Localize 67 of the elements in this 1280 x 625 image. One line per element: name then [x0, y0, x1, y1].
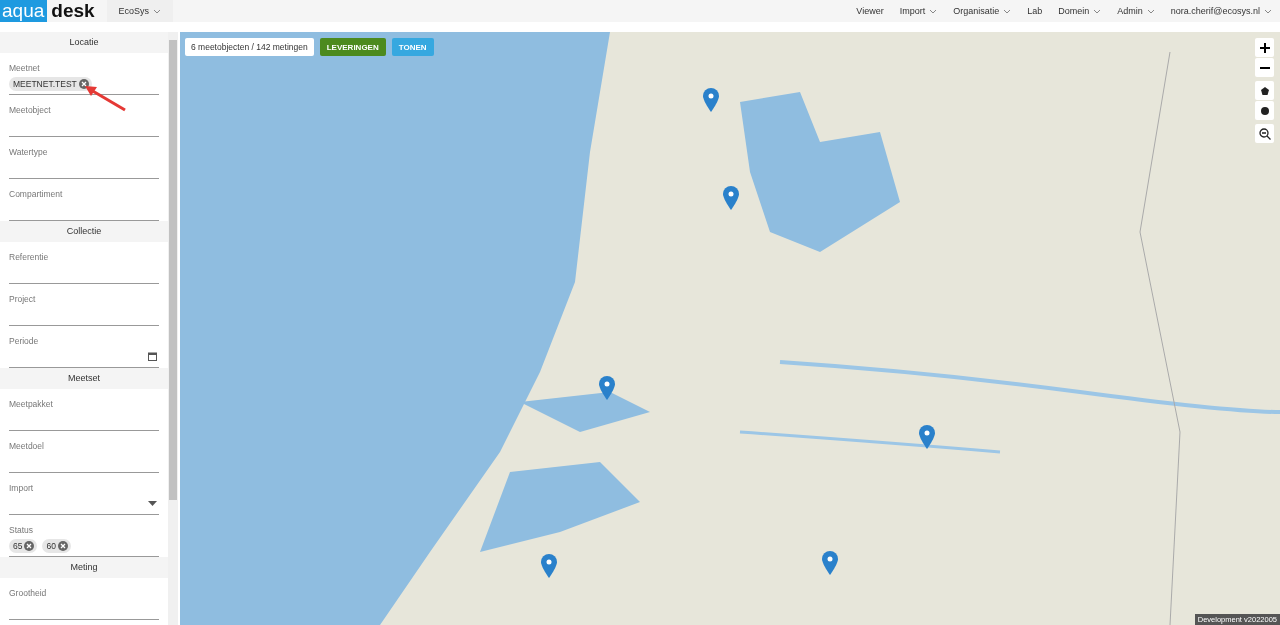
section-header: Locatie	[0, 32, 168, 53]
draw-polygon-button[interactable]	[1255, 81, 1274, 100]
map-pin-icon[interactable]	[919, 425, 936, 450]
filter-field[interactable]: Import	[9, 473, 159, 515]
filter-field[interactable]: Meetpakket	[9, 389, 159, 431]
field-label: Status	[9, 525, 35, 535]
circle-icon	[1260, 106, 1269, 115]
nav-menu-item[interactable]: Admin	[1109, 0, 1163, 22]
result-summary: 6 meetobjecten / 142 metingen	[185, 38, 314, 56]
filter-field[interactable]: Meetobject	[9, 95, 159, 137]
map-pin-icon[interactable]	[702, 88, 719, 113]
chevron-icon	[1003, 8, 1012, 14]
remove-icon[interactable]	[78, 78, 89, 89]
zoom-in-button[interactable]	[1255, 38, 1274, 57]
field-label: Referentie	[9, 252, 50, 262]
plus-icon	[1259, 42, 1270, 53]
field-label: Meetobject	[9, 105, 52, 115]
annotation-arrow-icon	[83, 84, 127, 112]
draw-circle-button[interactable]	[1255, 101, 1274, 120]
filter-chip[interactable]: MEETNET.TEST	[9, 76, 92, 91]
logo[interactable]: aqua desk	[0, 0, 99, 22]
map-pin-icon[interactable]	[822, 551, 839, 576]
remove-icon[interactable]	[24, 540, 35, 551]
section-header: Meting	[0, 557, 168, 578]
field-label: Import	[9, 483, 35, 493]
nav-menu-item[interactable]: Import	[891, 0, 946, 22]
zoom-out-button[interactable]	[1255, 58, 1274, 77]
magnifier-icon	[1258, 127, 1271, 140]
filter-field[interactable]: Grootheid	[9, 578, 159, 620]
filter-chip[interactable]: 65	[9, 538, 38, 553]
field-label: Compartiment	[9, 189, 64, 199]
scrollbar[interactable]	[168, 32, 178, 625]
remove-icon[interactable]	[57, 540, 68, 551]
nav-menu-item[interactable]: nora.cherif@ecosys.nl	[1162, 0, 1280, 22]
field-label: Meetpakket	[9, 399, 54, 409]
nav-menu-item[interactable]: Domein	[1050, 0, 1110, 22]
chevron-icon	[1093, 8, 1102, 14]
field-label: Watertype	[9, 147, 49, 157]
calendar-icon[interactable]	[148, 352, 157, 361]
map-action-button[interactable]: LEVERINGEN	[319, 38, 386, 56]
map-pin-icon[interactable]	[723, 186, 740, 211]
filter-field[interactable]: Meetnet MEETNET.TEST	[9, 53, 159, 95]
field-label: Meetnet	[9, 63, 41, 73]
filter-field[interactable]: Referentie	[9, 242, 159, 284]
nav-menu-item[interactable]: Viewer	[848, 0, 892, 22]
field-label: Project	[9, 294, 37, 304]
chevron-icon	[929, 8, 938, 14]
field-label: Meetdoel	[9, 441, 45, 451]
field-label: Periode	[9, 336, 40, 346]
nav-menu-item[interactable]: Organisatie	[945, 0, 1020, 22]
section-header: Collectie	[0, 221, 168, 242]
chevron-icon	[1264, 8, 1272, 14]
workspace-menu[interactable]: EcoSys	[106, 0, 174, 22]
filter-field[interactable]: Meetdoel	[9, 431, 159, 473]
chevron-icon	[1146, 8, 1155, 14]
field-label: Grootheid	[9, 588, 48, 598]
zoom-area-button[interactable]	[1255, 124, 1274, 143]
map-pin-icon[interactable]	[540, 553, 557, 578]
filter-field[interactable]: Project	[9, 284, 159, 326]
nav-menu-item[interactable]: Lab	[1019, 0, 1051, 22]
filter-chip[interactable]: 60	[42, 538, 71, 553]
dropdown-icon[interactable]	[148, 501, 157, 506]
pentagon-icon	[1260, 86, 1269, 95]
map-pin-icon[interactable]	[599, 375, 616, 400]
chevron-icon	[153, 8, 162, 14]
section-header: Meetset	[0, 368, 168, 389]
filter-field[interactable]: Watertype	[9, 137, 159, 179]
